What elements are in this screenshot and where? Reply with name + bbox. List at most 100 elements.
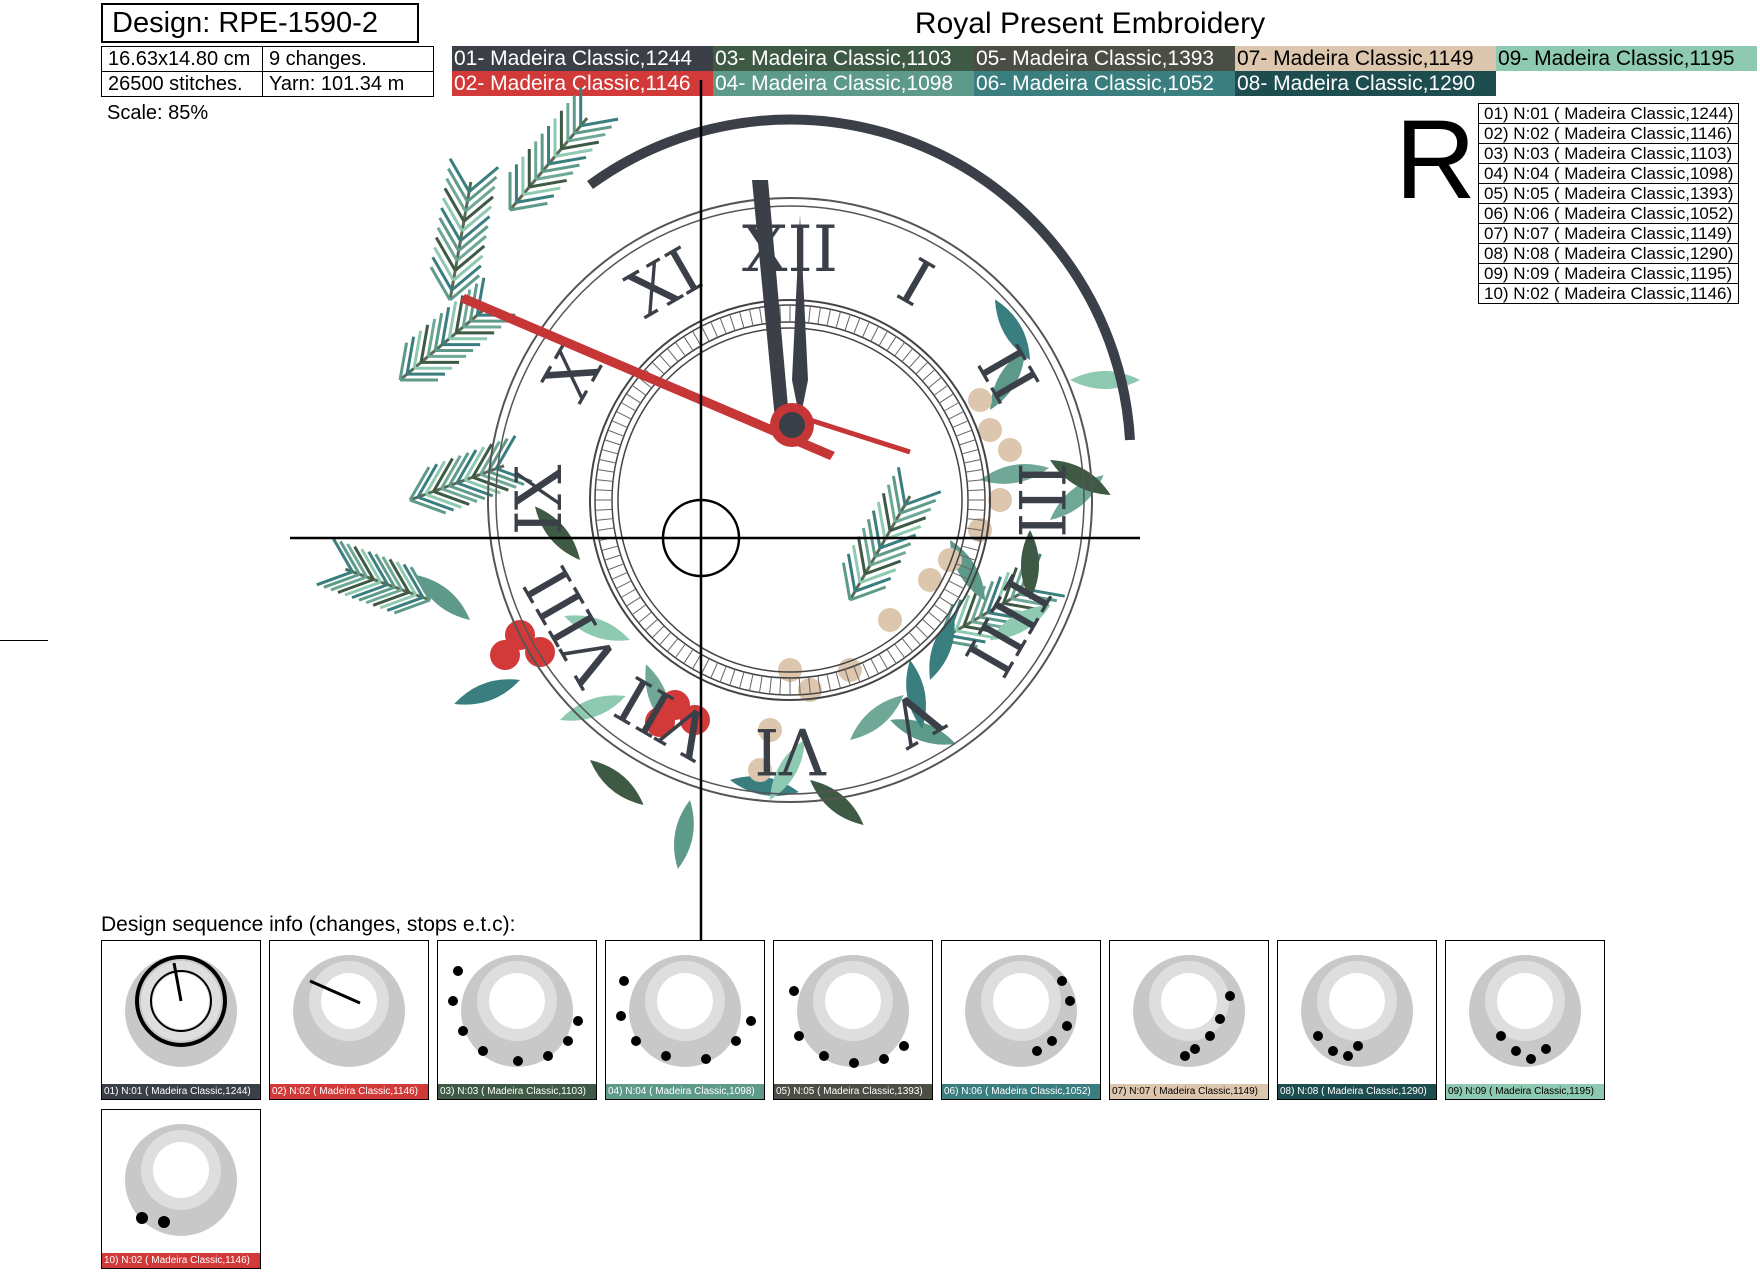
thumbnail-mark	[899, 1041, 909, 1051]
embroidery-design: XII IIIIIIIIIIVVIVIIVIIIIXXXI	[290, 80, 1140, 940]
palette-swatch-09: 09- Madeira Classic,1195	[1496, 46, 1757, 71]
minute-tick	[674, 643, 686, 659]
thumbnail-mark	[1062, 1021, 1072, 1031]
minute-tick	[961, 449, 979, 455]
sequence-list-item: 08) N:08 ( Madeira Classic,1290)	[1477, 243, 1740, 264]
sequence-list: 01) N:01 ( Madeira Classic,1244) 02) N:0…	[1477, 103, 1740, 304]
leaf	[590, 760, 644, 805]
thumbnail-caption: 06) N:06 ( Madeira Classic,1052)	[942, 1084, 1100, 1099]
palette-swatch-07: 07- Madeira Classic,1149	[1235, 46, 1496, 71]
minute-tick	[861, 662, 870, 679]
minute-tick	[748, 674, 754, 691]
minute-tick	[894, 341, 906, 357]
sequence-thumbnail: 04) N:04 ( Madeira Classic,1098)	[605, 940, 765, 1100]
thumbnail-mark	[448, 996, 458, 1006]
thumbnail-preview	[1133, 955, 1245, 1067]
thumbnail-preview	[125, 1124, 237, 1236]
sequence-list-item: 07) N:07 ( Madeira Classic,1149)	[1477, 223, 1740, 244]
thumbnail-caption: 02) N:02 ( Madeira Classic,1146)	[270, 1084, 428, 1099]
thumbnail-mark	[701, 1054, 711, 1064]
thumbnail-mark	[819, 1051, 829, 1061]
minute-tick	[719, 665, 727, 683]
minute-tick	[626, 596, 641, 607]
thumbnail-mark	[1496, 1031, 1506, 1041]
minute-tick	[967, 508, 985, 511]
minute-tick	[948, 580, 964, 589]
minute-tick	[692, 653, 702, 670]
minute-tick	[826, 674, 832, 691]
minute-tick	[651, 361, 665, 375]
minute-tick	[878, 330, 888, 347]
palette-swatch-01: 01- Madeira Classic,1244	[452, 46, 713, 71]
minute-tick	[620, 588, 637, 598]
minute-tick	[908, 631, 921, 646]
thumbnail-mark	[1205, 1031, 1215, 1041]
thumbnail-preview	[1469, 955, 1581, 1067]
sequence-thumbnail: 07) N:07 ( Madeira Classic,1149)	[1109, 940, 1269, 1100]
thumbnail-face-inner	[321, 973, 377, 1029]
thumbnail-mark	[543, 1051, 553, 1061]
minute-tick	[620, 402, 637, 412]
clock-inner-ring	[617, 327, 963, 673]
minute-tick	[943, 588, 960, 598]
minute-tick	[666, 638, 679, 652]
minute-tick	[626, 393, 641, 404]
pine-needle	[846, 553, 857, 592]
sequence-thumbnail: 10) N:02 ( Madeira Classic,1146)	[101, 1109, 261, 1269]
thumbnail-mark	[1032, 1046, 1042, 1056]
minute-tick	[808, 306, 811, 324]
pine-needle	[881, 493, 892, 531]
minute-tick	[908, 354, 921, 369]
thumbnail-mark	[1065, 996, 1075, 1006]
sequence-list-item: 09) N:09 ( Madeira Classic,1195)	[1477, 263, 1740, 284]
thumbnail-preview	[125, 955, 237, 1067]
minute-tick	[607, 429, 625, 437]
minute-tick	[965, 469, 983, 473]
minute-tick	[729, 669, 736, 686]
minute-tick	[844, 314, 851, 331]
pine-needle	[891, 475, 902, 514]
leaf	[674, 800, 694, 869]
minute-tick	[692, 330, 702, 347]
pine-needle	[896, 467, 907, 505]
minute-tick	[748, 309, 754, 326]
thumbnail-face-inner	[825, 973, 881, 1029]
thumbnail-face-inner	[1329, 973, 1385, 1029]
minute-tick	[611, 571, 628, 580]
minute-tick	[939, 596, 954, 607]
scale-label: Scale: 85%	[107, 102, 209, 124]
pine-needle	[886, 484, 897, 523]
minute-tick	[597, 527, 615, 531]
thumbnail-face-inner	[657, 973, 713, 1029]
mistletoe-berry	[998, 438, 1022, 462]
minute-tick	[595, 489, 613, 492]
thumbnail-mark	[1328, 1046, 1338, 1056]
minute-tick	[964, 458, 981, 464]
stitch-count: 26500 stitches.	[101, 71, 263, 97]
minute-tick	[955, 429, 973, 437]
mistletoe-berry	[878, 608, 902, 632]
minute-tick	[739, 311, 745, 329]
minute-tick	[943, 402, 960, 412]
roman-numeral: XI	[616, 234, 714, 334]
minute-tick	[870, 326, 879, 342]
palette-swatch-05: 05- Madeira Classic,1393	[974, 46, 1235, 71]
minute-tick	[616, 580, 632, 589]
thumbnail-mark	[879, 1054, 889, 1064]
thumbnail-mark	[849, 1058, 859, 1068]
thumbnail-mark	[1225, 991, 1235, 1001]
minute-tick	[710, 321, 719, 338]
minute-tick	[952, 420, 969, 429]
minute-tick	[878, 653, 888, 670]
thumbnail-face-inner	[1161, 973, 1217, 1029]
thumbnail-caption: 08) N:08 ( Madeira Classic,1290)	[1278, 1084, 1436, 1099]
thumbnail-preview	[965, 955, 1077, 1067]
sequence-section-title: Design sequence info (changes, stops e.t…	[101, 913, 516, 936]
minute-tick	[607, 563, 625, 571]
minute-tick	[817, 307, 821, 325]
minute-tick	[674, 341, 686, 357]
minute-tick	[933, 384, 949, 396]
thumbnail-face-inner	[489, 973, 545, 1029]
minute-tick	[967, 489, 985, 492]
thumbnail-preview	[789, 955, 909, 1068]
